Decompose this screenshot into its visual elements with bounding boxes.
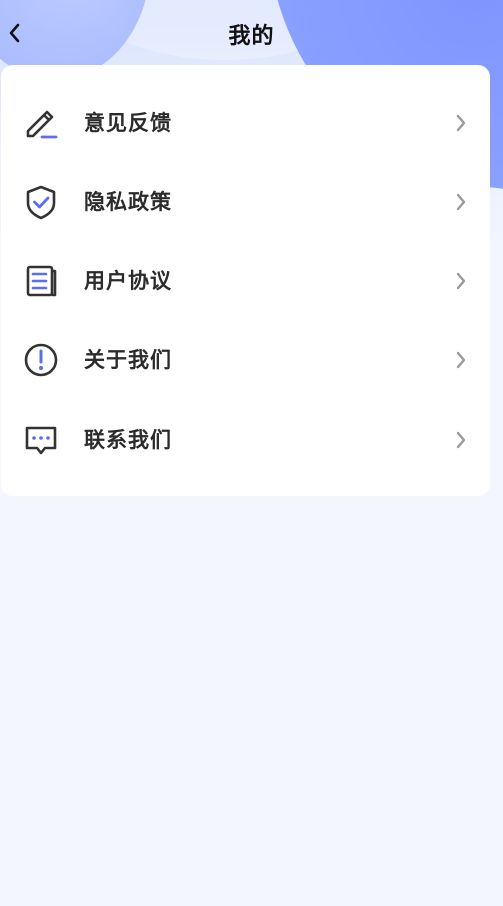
chevron-right-icon: [451, 111, 471, 135]
menu-item-label: 意见反馈: [84, 111, 172, 135]
chevron-right-icon: [451, 348, 471, 372]
page-title: 我的: [228, 24, 275, 49]
menu-item-label: 联系我们: [84, 428, 172, 452]
menu-item-feedback[interactable]: 意见反馈: [1, 83, 490, 163]
shield-check-icon: [21, 182, 61, 222]
pencil-icon: [21, 103, 61, 143]
chevron-right-icon: [451, 269, 471, 293]
info-circle-icon: [21, 340, 61, 380]
menu-item-label: 用户协议: [84, 269, 172, 293]
menu-item-about-us[interactable]: 关于我们: [1, 320, 490, 400]
document-icon: [21, 261, 61, 301]
menu-item-user-agreement[interactable]: 用户协议: [1, 241, 490, 321]
chevron-right-icon: [451, 190, 471, 214]
menu-item-label: 关于我们: [84, 348, 172, 372]
menu-card: 意见反馈 隐私政策 用户协议 关于我们 联系我们: [1, 65, 490, 496]
chat-icon: [21, 420, 61, 460]
menu-item-contact-us[interactable]: 联系我们: [1, 400, 490, 480]
menu-item-label: 隐私政策: [84, 190, 172, 214]
menu-item-privacy[interactable]: 隐私政策: [1, 162, 490, 242]
top-bar: 我的: [0, 0, 503, 66]
chevron-right-icon: [451, 428, 471, 452]
